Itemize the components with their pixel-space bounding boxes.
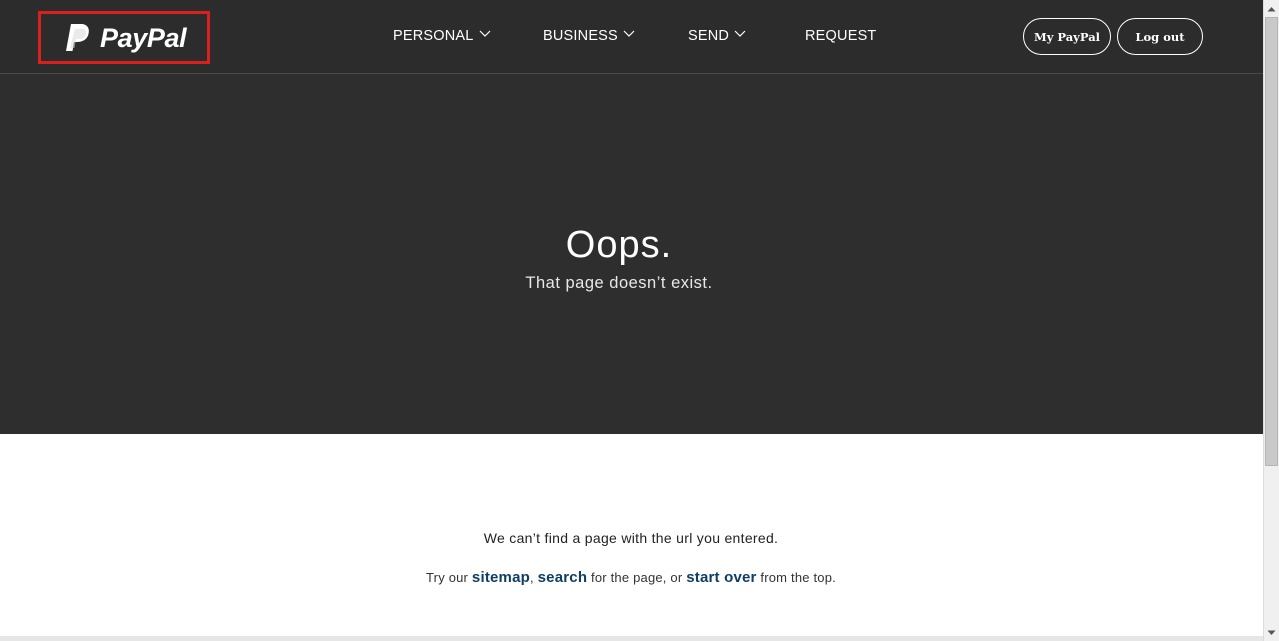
paypal-logo-icon [66, 24, 89, 51]
error-title: Oops. [565, 224, 673, 266]
search-link[interactable]: search [538, 569, 588, 586]
bottom-edge [0, 636, 1263, 641]
nav-business[interactable]: BUSINESS [543, 28, 635, 44]
help-suffix: from the top. [760, 570, 836, 585]
help-prefix: Try our [426, 570, 469, 585]
nav-send[interactable]: SEND [688, 28, 746, 44]
logout-button[interactable]: Log out [1117, 18, 1203, 55]
start-over-link[interactable]: start over [686, 569, 756, 586]
site-header: PayPal PERSONAL BUSINESS SEND REQUEST My… [0, 0, 1263, 74]
error-message: We can’t find a page with the url you en… [483, 530, 779, 546]
scroll-down-icon[interactable] [1264, 624, 1279, 641]
nav-send-label: SEND [688, 28, 730, 44]
sitemap-link[interactable]: sitemap [472, 569, 530, 586]
scrollbar-thumb[interactable] [1265, 17, 1278, 466]
help-line: Try our sitemap, search for the page, or… [0, 569, 1262, 586]
error-content: We can’t find a page with the url you en… [0, 434, 1263, 641]
scroll-up-icon[interactable] [1264, 0, 1279, 17]
chevron-down-icon [479, 30, 491, 37]
logo-text: PayPal [100, 23, 187, 53]
chevron-down-icon [623, 30, 635, 37]
help-comma: , [530, 570, 534, 585]
my-paypal-button[interactable]: My PayPal [1023, 18, 1111, 55]
nav-request[interactable]: REQUEST [805, 28, 877, 44]
chevron-down-icon [734, 30, 746, 37]
error-hero: Oops. That page doesn’t exist. [0, 74, 1263, 434]
nav-personal[interactable]: PERSONAL [393, 28, 491, 44]
nav-request-label: REQUEST [805, 28, 877, 44]
paypal-logo[interactable]: PayPal [38, 11, 210, 64]
nav-business-label: BUSINESS [543, 28, 618, 44]
nav-personal-label: PERSONAL [393, 28, 474, 44]
page: PayPal PERSONAL BUSINESS SEND REQUEST My… [0, 0, 1263, 641]
help-middle: for the page, or [591, 570, 683, 585]
vertical-scrollbar[interactable] [1263, 0, 1279, 641]
error-subtitle: That page doesn’t exist. [525, 274, 713, 292]
